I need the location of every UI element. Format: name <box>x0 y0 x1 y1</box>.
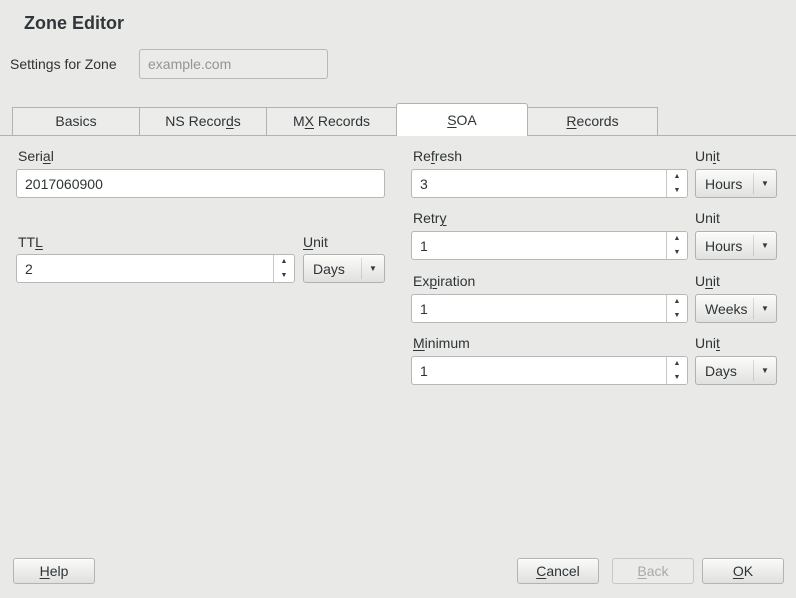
ttl-unit-value: Days <box>304 261 361 277</box>
expiration-spin-down-button[interactable]: ▼ <box>667 309 687 323</box>
chevron-down-icon: ▼ <box>753 360 776 381</box>
expiration-input[interactable] <box>412 295 666 322</box>
minimum-unit-label: Unit <box>695 334 720 352</box>
refresh-spinbox: ▲ ▼ <box>411 169 688 198</box>
zone-name-input[interactable] <box>139 49 328 79</box>
minimum-spinbox: ▲ ▼ <box>411 356 688 385</box>
arrow-up-icon: ▲ <box>674 173 681 180</box>
refresh-unit-value: Hours <box>696 176 753 192</box>
retry-unit-dropdown[interactable]: Hours ▼ <box>695 231 777 260</box>
expiration-spin-buttons: ▲ ▼ <box>666 295 687 322</box>
chevron-down-icon: ▼ <box>753 235 776 256</box>
back-button-label: Back <box>637 563 668 579</box>
retry-spin-buttons: ▲ ▼ <box>666 232 687 259</box>
tab-ns-records-label: NS Records <box>165 113 240 129</box>
tab-mx-records[interactable]: MX Records <box>266 107 397 136</box>
expiration-label: Expiration <box>413 272 475 290</box>
help-button[interactable]: Help <box>13 558 95 584</box>
ttl-label: TTL <box>18 233 43 251</box>
expiration-spin-up-button[interactable]: ▲ <box>667 295 687 309</box>
expiration-unit-dropdown[interactable]: Weeks ▼ <box>695 294 777 323</box>
ok-button-label: OK <box>733 563 753 579</box>
expiration-spinbox: ▲ ▼ <box>411 294 688 323</box>
tab-records[interactable]: Records <box>527 107 658 136</box>
arrow-down-icon: ▼ <box>674 374 681 381</box>
chevron-down-icon: ▼ <box>753 298 776 319</box>
tab-records-label: Records <box>566 113 618 129</box>
retry-unit-label: Unit <box>695 209 720 227</box>
ttl-spin-down-button[interactable]: ▼ <box>274 269 294 283</box>
tab-basics[interactable]: Basics <box>12 107 140 136</box>
serial-label: Serial <box>18 147 54 165</box>
refresh-label: Refresh <box>413 147 462 165</box>
settings-for-zone-label: Settings for Zone <box>10 49 117 79</box>
arrow-down-icon: ▼ <box>281 272 288 279</box>
ttl-input[interactable] <box>17 255 273 282</box>
minimum-unit-dropdown[interactable]: Days ▼ <box>695 356 777 385</box>
arrow-down-icon: ▼ <box>674 312 681 319</box>
tab-bar: Basics NS Records MX Records SOA Records <box>0 103 796 137</box>
ttl-unit-dropdown[interactable]: Days ▼ <box>303 254 385 283</box>
cancel-button-label: Cancel <box>536 563 580 579</box>
refresh-spin-buttons: ▲ ▼ <box>666 170 687 197</box>
minimum-spin-buttons: ▲ ▼ <box>666 357 687 384</box>
ttl-spin-up-button[interactable]: ▲ <box>274 255 294 269</box>
refresh-spin-down-button[interactable]: ▼ <box>667 184 687 198</box>
ttl-unit-label: Unit <box>303 233 328 251</box>
expiration-unit-value: Weeks <box>696 301 753 317</box>
chevron-down-icon: ▼ <box>361 258 384 279</box>
tab-mx-records-label: MX Records <box>293 113 370 129</box>
ok-button[interactable]: OK <box>702 558 784 584</box>
retry-spinbox: ▲ ▼ <box>411 231 688 260</box>
back-button: Back <box>612 558 694 584</box>
tab-soa-label: SOA <box>447 112 477 128</box>
arrow-up-icon: ▲ <box>674 298 681 305</box>
arrow-up-icon: ▲ <box>281 258 288 265</box>
page-title: Zone Editor <box>24 13 124 34</box>
arrow-up-icon: ▲ <box>674 235 681 242</box>
refresh-spin-up-button[interactable]: ▲ <box>667 170 687 184</box>
arrow-down-icon: ▼ <box>674 249 681 256</box>
retry-spin-down-button[interactable]: ▼ <box>667 246 687 260</box>
refresh-input[interactable] <box>412 170 666 197</box>
arrow-down-icon: ▼ <box>674 187 681 194</box>
refresh-unit-label: Unit <box>695 147 720 165</box>
retry-input[interactable] <box>412 232 666 259</box>
tab-soa[interactable]: SOA <box>396 103 528 136</box>
help-button-label: Help <box>40 563 69 579</box>
minimum-label: Minimum <box>413 334 470 352</box>
retry-unit-value: Hours <box>696 238 753 254</box>
minimum-unit-value: Days <box>696 363 753 379</box>
arrow-up-icon: ▲ <box>674 360 681 367</box>
cancel-button[interactable]: Cancel <box>517 558 599 584</box>
tab-ns-records[interactable]: NS Records <box>139 107 267 136</box>
retry-label: Retry <box>413 209 446 227</box>
expiration-unit-label: Unit <box>695 272 720 290</box>
ttl-spin-buttons: ▲ ▼ <box>273 255 294 282</box>
ttl-spinbox: ▲ ▼ <box>16 254 295 283</box>
minimum-spin-down-button[interactable]: ▼ <box>667 371 687 385</box>
retry-spin-up-button[interactable]: ▲ <box>667 232 687 246</box>
minimum-input[interactable] <box>412 357 666 384</box>
minimum-spin-up-button[interactable]: ▲ <box>667 357 687 371</box>
tab-basics-label: Basics <box>55 113 96 129</box>
serial-input[interactable] <box>16 169 385 198</box>
refresh-unit-dropdown[interactable]: Hours ▼ <box>695 169 777 198</box>
chevron-down-icon: ▼ <box>753 173 776 194</box>
